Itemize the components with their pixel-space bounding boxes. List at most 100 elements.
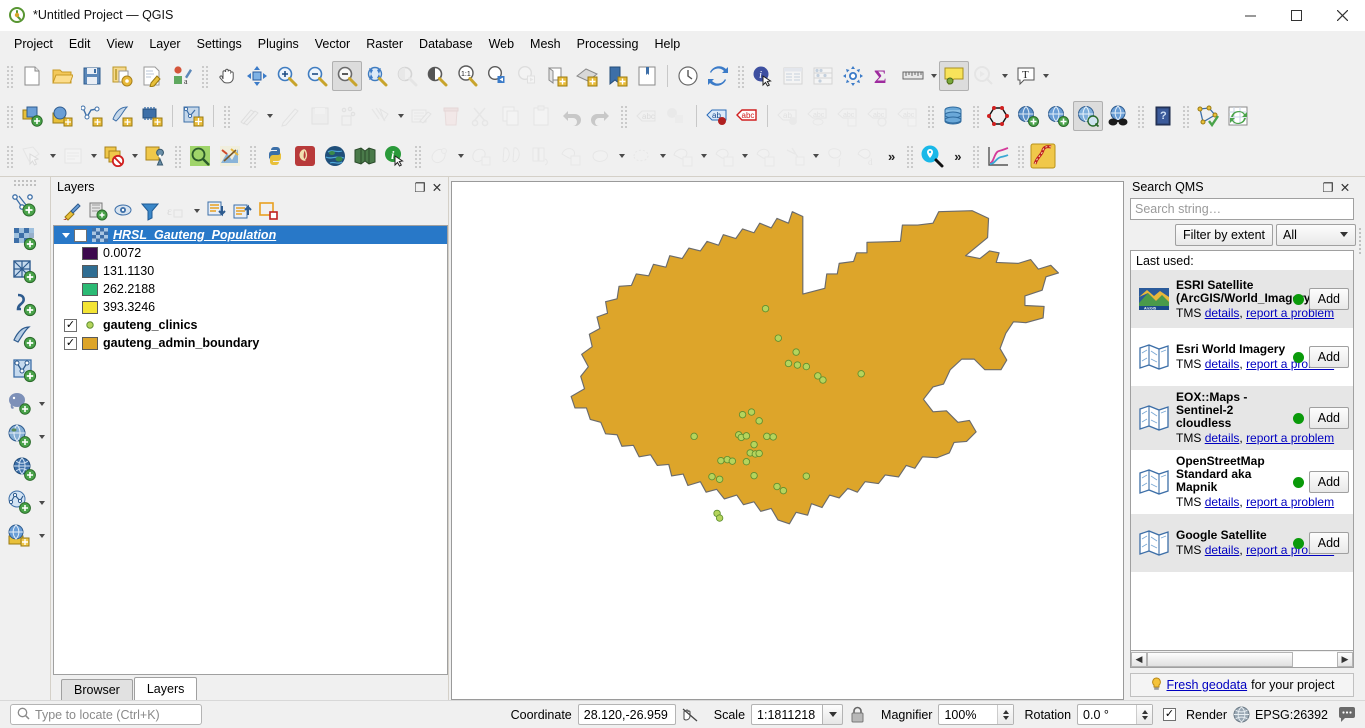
- toolbar-grip[interactable]: [5, 64, 14, 88]
- toolbar-grip[interactable]: [619, 104, 628, 128]
- lock-icon[interactable]: [846, 704, 868, 726]
- scroll-track[interactable]: [1147, 651, 1337, 667]
- temporal-controller-icon[interactable]: [673, 61, 703, 91]
- qms-add-button[interactable]: Add: [1308, 471, 1349, 493]
- qms-add-button[interactable]: Add: [1308, 407, 1349, 429]
- toolbar-grip[interactable]: [926, 104, 935, 128]
- cut-features-icon[interactable]: [466, 101, 496, 131]
- new-project-icon[interactable]: [17, 61, 47, 91]
- toolbar-grip[interactable]: [1016, 144, 1026, 168]
- split-caret[interactable]: [455, 141, 466, 171]
- add-raster-layer-side-icon[interactable]: [9, 222, 42, 255]
- toggle-editing-icon[interactable]: [275, 101, 305, 131]
- highlight-pinned-labels-icon[interactable]: ab: [702, 101, 732, 131]
- change-label-properties-icon[interactable]: abc: [893, 101, 923, 131]
- delete-selected-icon[interactable]: [436, 101, 466, 131]
- right-dock-resize-handle[interactable]: [1356, 177, 1365, 700]
- qgis2web-icon[interactable]: [350, 141, 380, 171]
- save-project-icon[interactable]: [77, 61, 107, 91]
- menu-edit[interactable]: Edit: [61, 34, 99, 54]
- layer-visibility-checkbox[interactable]: ✓: [64, 318, 77, 332]
- toolbar-grip[interactable]: [971, 104, 980, 128]
- layer-row-hrsl-gauteng-population[interactable]: HRSL_Gauteng_Population: [54, 226, 447, 244]
- toolbar-grip[interactable]: [1136, 104, 1145, 128]
- open-attribute-table-icon[interactable]: [778, 61, 808, 91]
- vector-tile-caret[interactable]: [37, 486, 47, 519]
- add-delimited-text-layer-side-icon[interactable]: [9, 288, 42, 321]
- toolbar-grip[interactable]: [736, 64, 745, 88]
- toolbar-grip[interactable]: [5, 144, 14, 168]
- add-vector-layer-icon[interactable]: [17, 101, 47, 131]
- zoom-native-resolution-icon[interactable]: 1:1: [452, 61, 482, 91]
- zoom-out-icon[interactable]: [302, 61, 332, 91]
- plugin-manager-icon[interactable]: [290, 141, 320, 171]
- toolbar-grip[interactable]: [413, 144, 422, 168]
- sum-statistics-icon[interactable]: Σ: [868, 61, 898, 91]
- add-mesh-layer-icon[interactable]: [107, 101, 137, 131]
- menu-raster[interactable]: Raster: [358, 34, 411, 54]
- filter-legend-by-expression-icon[interactable]: ε: [165, 200, 187, 222]
- filter-by-extent-button[interactable]: Filter by extent: [1175, 223, 1273, 246]
- graphical-modeler-icon[interactable]: [215, 141, 245, 171]
- qms-details-link[interactable]: details: [1205, 431, 1240, 445]
- map-canvas[interactable]: [451, 181, 1124, 700]
- qms-search-icon[interactable]: [917, 141, 947, 171]
- menu-mesh[interactable]: Mesh: [522, 34, 569, 54]
- menu-processing[interactable]: Processing: [569, 34, 647, 54]
- add-vector-layer-side-icon[interactable]: [9, 189, 42, 222]
- topology-checker-icon[interactable]: [983, 101, 1013, 131]
- filter-legend-caret[interactable]: [191, 200, 202, 222]
- vertex-tool-icon[interactable]: [365, 101, 395, 131]
- menu-help[interactable]: Help: [646, 34, 688, 54]
- add-delimited-text-layer-icon[interactable]: [77, 101, 107, 131]
- show-map-tips-icon[interactable]: [939, 61, 969, 91]
- filter-legend-icon[interactable]: [139, 200, 161, 222]
- toolbar-grip[interactable]: [5, 104, 14, 128]
- magnifier-spin-arrows[interactable]: [997, 705, 1014, 724]
- clip-features-icon[interactable]: [496, 141, 526, 171]
- qms-result-item[interactable]: OpenStreetMap Standard aka Mapnik TMS de…: [1131, 450, 1353, 514]
- manage-map-themes-icon[interactable]: [113, 200, 135, 222]
- qms-add-button[interactable]: Add: [1308, 532, 1349, 554]
- road-network-icon[interactable]: [1028, 141, 1058, 171]
- toolbar-overflow-chevron-1[interactable]: »: [881, 149, 902, 164]
- densify-features-icon[interactable]: [750, 141, 780, 171]
- save-project-as-icon[interactable]: [107, 61, 137, 91]
- qms-panel-float-button[interactable]: ❐: [1321, 180, 1335, 195]
- magnifier-value[interactable]: 100%: [939, 708, 997, 722]
- minimize-button[interactable]: [1227, 0, 1273, 31]
- add-vector-tile-layer-side-icon[interactable]: [4, 486, 37, 519]
- show-bookmarks-icon[interactable]: [969, 61, 999, 91]
- open-layer-styling-icon[interactable]: [61, 200, 83, 222]
- zoom-next-icon[interactable]: [512, 61, 542, 91]
- options-gear-icon[interactable]: [838, 61, 868, 91]
- paste-features-icon[interactable]: [526, 101, 556, 131]
- layers-panel-float-button[interactable]: ❐: [413, 180, 427, 195]
- identify-features-icon[interactable]: i: [748, 61, 778, 91]
- vtoolbar-grip[interactable]: [13, 179, 37, 187]
- fresh-geodata-link[interactable]: Fresh geodata: [1167, 678, 1248, 692]
- undo-icon[interactable]: [556, 101, 586, 131]
- qms-details-link[interactable]: details: [1205, 306, 1240, 320]
- globe-plugin-icon[interactable]: [320, 141, 350, 171]
- refresh-table-icon[interactable]: [1223, 101, 1253, 131]
- select-features-caret[interactable]: [47, 141, 58, 171]
- dissolve-features-icon[interactable]: [466, 141, 496, 171]
- qms-search-input[interactable]: [1130, 198, 1354, 220]
- rotation-spin-arrows[interactable]: [1136, 705, 1153, 724]
- coordinate-value[interactable]: 28.120,-26.959: [577, 704, 676, 725]
- toolbar-grip[interactable]: [173, 144, 182, 168]
- scale-combo[interactable]: 1:1811218: [751, 704, 844, 725]
- project-properties-icon[interactable]: [137, 61, 167, 91]
- qms-add-button[interactable]: Add: [1308, 288, 1349, 310]
- add-wcs-layer-icon[interactable]: [1043, 101, 1073, 131]
- magnifier-stepper[interactable]: 100%: [938, 704, 1015, 725]
- redo-icon[interactable]: [586, 101, 616, 131]
- globe-icon[interactable]: [1230, 704, 1252, 726]
- toggle-extents-icon[interactable]: [679, 704, 701, 726]
- menu-settings[interactable]: Settings: [189, 34, 250, 54]
- style-manager-icon[interactable]: a: [167, 61, 197, 91]
- offset-curve-icon[interactable]: [556, 141, 586, 171]
- bookmarks-dropdown-caret[interactable]: [999, 61, 1010, 91]
- remove-layer-icon[interactable]: [258, 200, 280, 222]
